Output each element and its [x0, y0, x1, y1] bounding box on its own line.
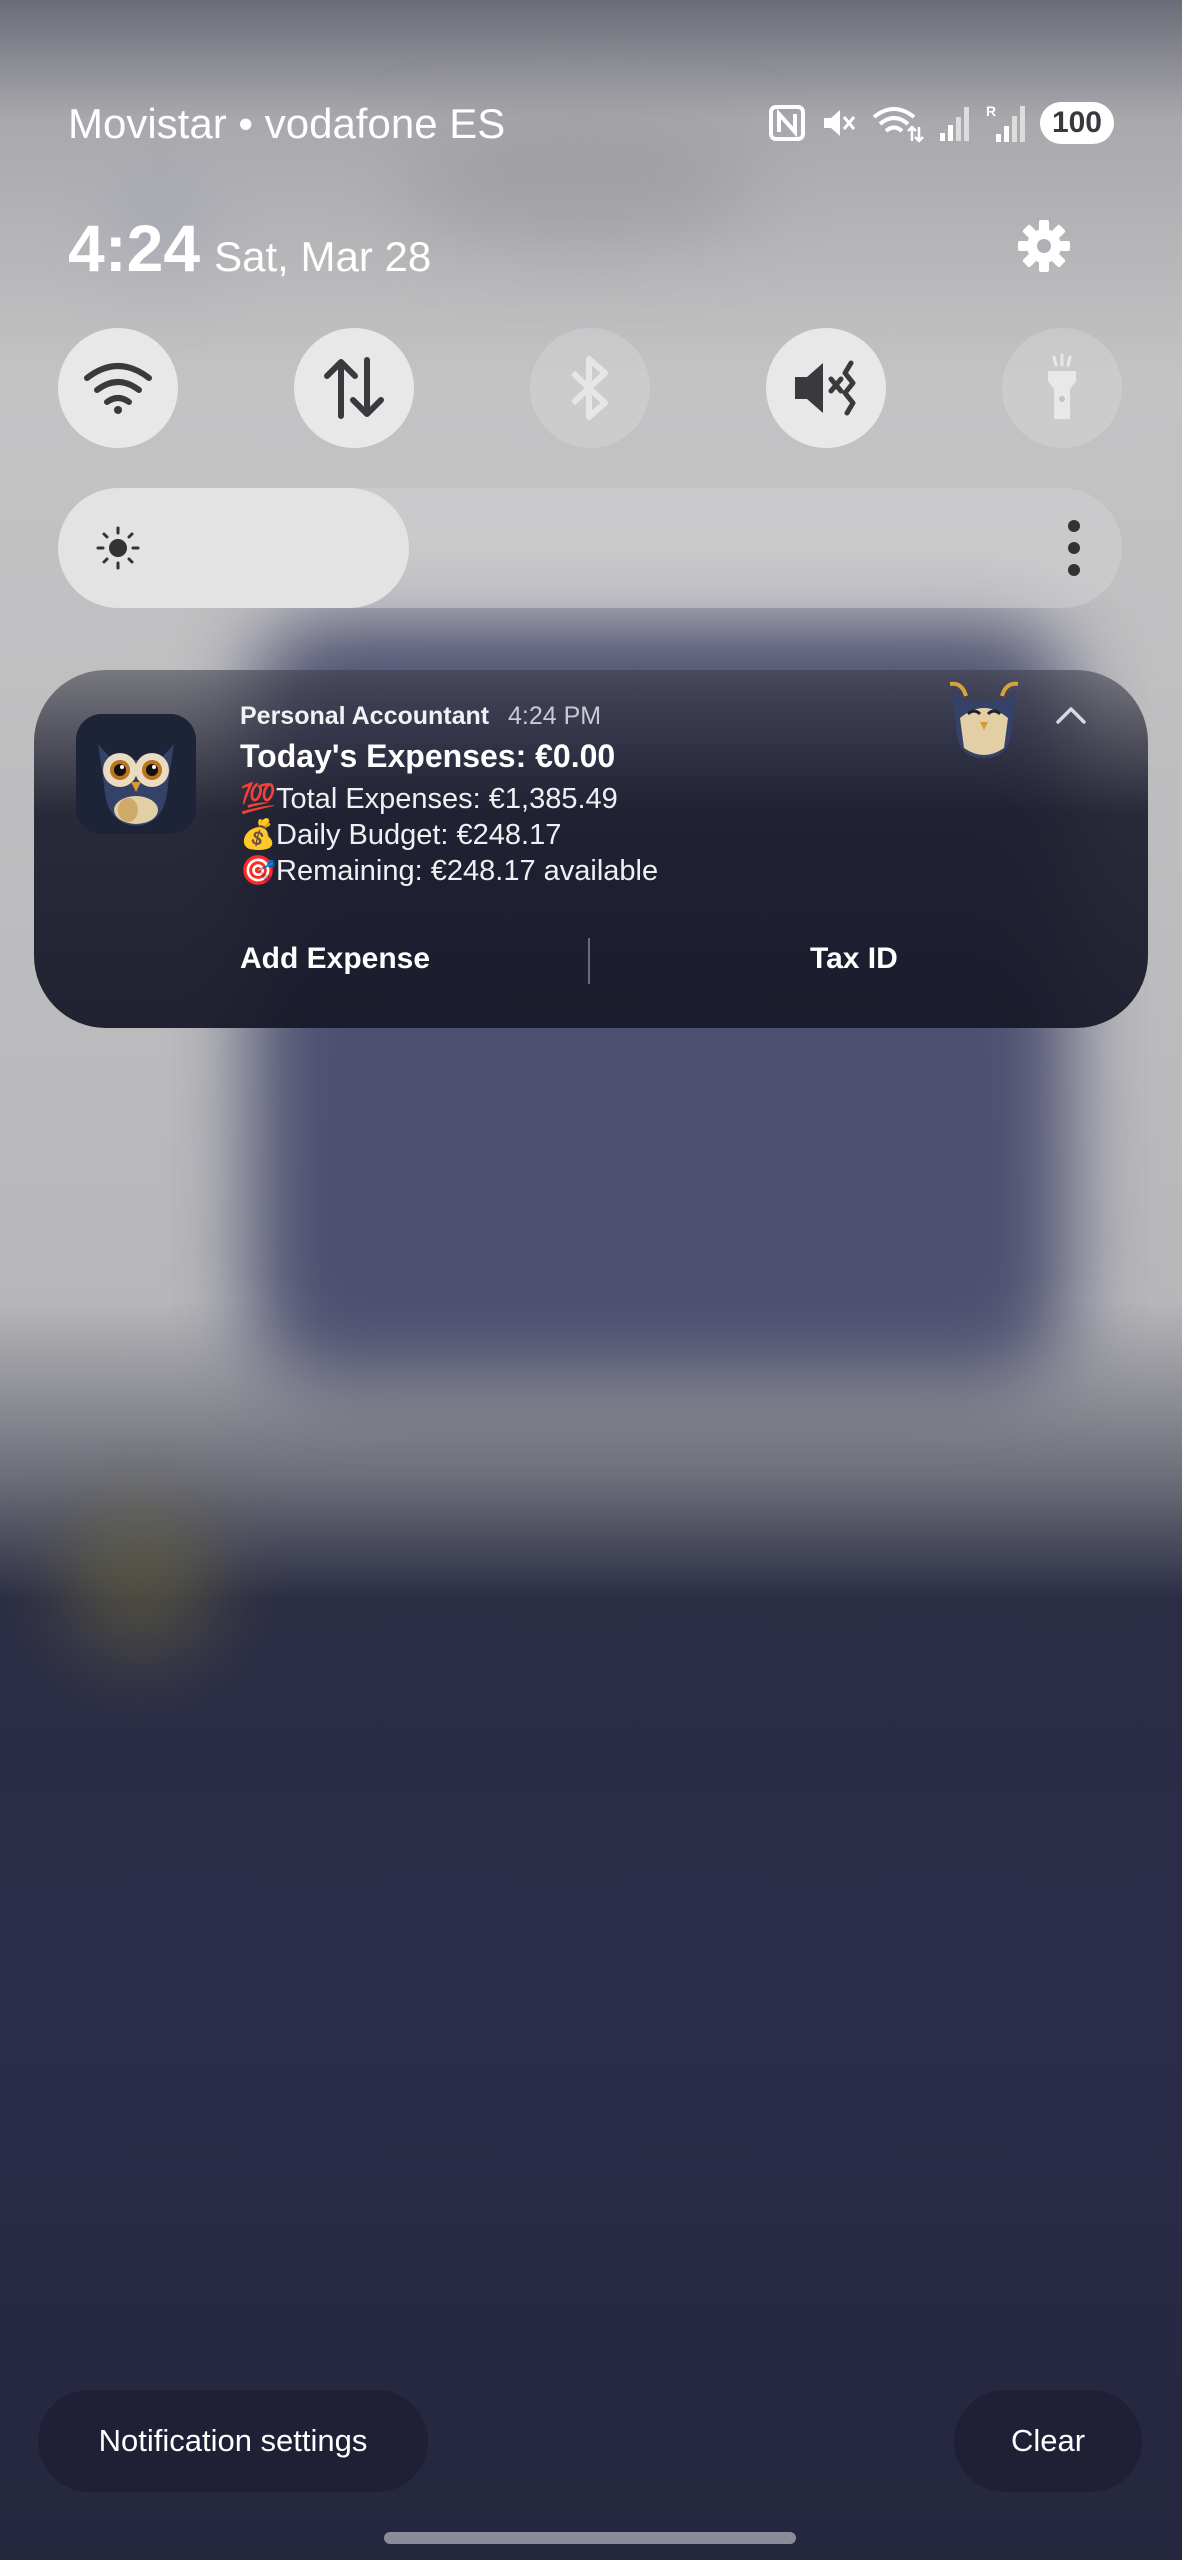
quick-tile-wifi[interactable] — [58, 328, 178, 448]
add-expense-button[interactable]: Add Expense — [240, 942, 430, 976]
quick-tile-sound[interactable] — [766, 328, 886, 448]
background-blur — [60, 1500, 220, 1660]
notification-time: 4:24 PM — [508, 702, 602, 730]
mute-icon — [795, 360, 856, 416]
status-icons: R 100 — [768, 102, 1114, 144]
cell-signal-icon — [939, 107, 969, 141]
brightness-icon — [96, 526, 140, 570]
action-divider — [588, 938, 590, 984]
wifi-icon — [84, 363, 152, 414]
notification-app-name: Personal Accountant — [240, 702, 490, 730]
clock-date: Sat, Mar 28 — [214, 233, 432, 280]
nfc-icon — [768, 105, 805, 141]
emoji-target: 🎯 — [240, 855, 277, 887]
emoji-hundred: 💯 — [240, 783, 277, 815]
clock-time: 4:24 — [68, 211, 201, 285]
carrier-label: Movistar • vodafone ES — [68, 100, 506, 147]
data-arrows-icon — [324, 357, 384, 419]
svg-text:R: R — [986, 103, 996, 119]
notification-line: 💰Daily Budget: €248.17 — [240, 818, 561, 852]
notification-title: Today's Expenses: €0.00 — [240, 738, 616, 774]
emoji-money-bag: 💰 — [240, 819, 277, 851]
brightness-slider[interactable] — [58, 488, 1122, 608]
quick-tile-flashlight[interactable] — [1002, 328, 1122, 448]
notification-line: 🎯Remaining: €248.17 available — [240, 854, 658, 888]
cell-signal-roaming-icon: R — [986, 103, 1025, 142]
wifi-signal-icon — [872, 107, 924, 143]
notification-line-text: Daily Budget: €248.17 — [276, 819, 562, 851]
battery-indicator: 100 — [1039, 102, 1114, 144]
chevron-up-icon[interactable] — [1054, 704, 1088, 726]
notification-line-text: Remaining: €248.17 available — [276, 855, 659, 887]
notification-settings-button[interactable]: Notification settings — [38, 2390, 428, 2492]
app-icon-owl — [76, 714, 196, 834]
bluetooth-icon — [570, 356, 608, 420]
clear-button[interactable]: Clear — [954, 2390, 1142, 2492]
notification-line-text: Total Expenses: €1,385.49 — [276, 783, 618, 815]
flashlight-icon — [1048, 353, 1076, 419]
home-indicator[interactable] — [384, 2532, 796, 2544]
quick-tile-bluetooth[interactable] — [530, 328, 650, 448]
notification-card[interactable]: Personal Accountant 4:24 PM Today's Expe… — [34, 670, 1148, 1028]
owl-large-icon — [949, 681, 1019, 758]
gear-icon[interactable] — [1014, 216, 1074, 276]
status-bar: Movistar • vodafone ES R 100 — [68, 100, 1114, 154]
more-options-icon[interactable] — [1064, 518, 1084, 578]
quick-tile-mobile-data[interactable] — [294, 328, 414, 448]
notification-line: 💯Total Expenses: €1,385.49 — [240, 782, 618, 816]
clock: 4:24 Sat, Mar 28 — [68, 210, 431, 286]
tax-id-button[interactable]: Tax ID — [810, 942, 898, 976]
mute-icon — [823, 110, 856, 136]
